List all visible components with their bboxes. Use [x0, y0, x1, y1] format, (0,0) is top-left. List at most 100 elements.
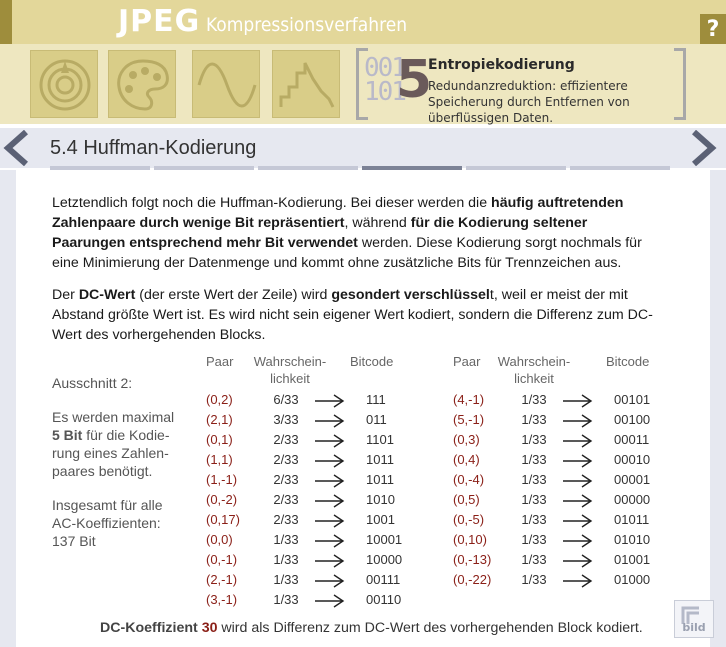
- text-span: Letztendlich folgt noch die Huffman-Kodi…: [52, 195, 492, 211]
- probability-cell: 1/33: [521, 412, 547, 427]
- section-title: 5.4 Huffman-Kodierung: [50, 137, 257, 159]
- pair-cell: (0,-1): [206, 552, 238, 567]
- arrow-icon: [563, 554, 593, 568]
- probability-cell: 2/33: [273, 492, 299, 507]
- column-header-pair: Paar: [453, 354, 481, 369]
- probability-cell: 1/33: [521, 452, 547, 467]
- step-4-button[interactable]: [272, 50, 340, 118]
- probability-cell: 6/33: [273, 392, 299, 407]
- progress-segment-3[interactable]: [258, 166, 358, 170]
- text-span: Der: [52, 287, 79, 303]
- bitcode-cell: 00111: [366, 572, 401, 587]
- pair-cell: (5,-1): [453, 412, 485, 427]
- bitcode-cell: 01001: [614, 552, 651, 567]
- column-header-probability: Wahrschein- lichkeit: [250, 353, 330, 387]
- table-row: (0,3) 1/33 00011: [453, 432, 674, 452]
- note-line: für die Kodie-: [82, 427, 170, 443]
- progress-segment-6[interactable]: [570, 166, 670, 170]
- bitcode-cell: 00110: [366, 592, 402, 607]
- step-title: Entropiekodierung: [428, 57, 575, 73]
- dc-paragraph: Der DC-Wert (der erste Wert der Zeile) w…: [52, 285, 662, 345]
- total-bits-note: Insgesamt für alle AC-Koeffizienten: 137…: [52, 496, 163, 550]
- note-line: rung eines Zahlen-: [52, 445, 169, 461]
- table-row: (0,5) 1/33 00000: [453, 492, 674, 512]
- table-row: (1,-1) 2/33 1011: [206, 472, 426, 492]
- bitcode-cell: 1011: [366, 452, 394, 467]
- bitcode-cell: 1001: [366, 512, 395, 527]
- arrow-icon: [315, 414, 345, 428]
- intro-paragraph: Letztendlich folgt noch die Huffman-Kodi…: [52, 193, 662, 273]
- table-row: (1,1) 2/33 1011: [206, 452, 426, 472]
- progress-segment-1[interactable]: [50, 166, 150, 170]
- footer-note: DC-Koeffizient 30 wird als Differenz zum…: [100, 620, 643, 636]
- table-row: (0,0) 1/33 10001: [206, 532, 426, 552]
- bitcode-cell: 00011: [614, 432, 650, 447]
- arrow-icon: [315, 574, 345, 588]
- arrow-icon: [315, 394, 345, 408]
- probability-cell: 3/33: [273, 412, 299, 427]
- table-row: (0,-2) 2/33 1010: [206, 492, 426, 512]
- zigzag-icon: [279, 62, 335, 108]
- arrow-icon: [315, 494, 345, 508]
- bitcode-cell: 00101: [614, 392, 651, 407]
- progress-segment-2[interactable]: [154, 166, 254, 170]
- header-line: Wahrschein-: [497, 354, 571, 369]
- step-description: Redundanzreduktion: effizientere Speiche…: [428, 79, 630, 125]
- content-border-left: [0, 170, 16, 647]
- pair-cell: (0,-2): [206, 492, 238, 507]
- arrow-icon: [563, 394, 593, 408]
- help-button[interactable]: ?: [700, 14, 726, 46]
- chevron-left-icon: [3, 129, 28, 167]
- probability-cell: 1/33: [521, 392, 547, 407]
- arrow-icon: [315, 474, 345, 488]
- arrow-icon: [315, 514, 345, 528]
- bitcode-cell: 01010: [614, 532, 651, 547]
- note-line: paares benötigt.: [52, 463, 153, 479]
- text-span: (der erste Wert der Zeile) wird: [135, 287, 332, 303]
- arrow-icon: [563, 454, 593, 468]
- column-header-bitcode: Bitcode: [350, 354, 394, 369]
- spiral-icon: [39, 59, 91, 111]
- bild-label: bild: [682, 621, 706, 634]
- table-row: (4,-1) 1/33 00101: [453, 392, 674, 412]
- note-line: AC-Koeffizienten:: [52, 515, 161, 531]
- arrow-icon: [315, 554, 345, 568]
- table-row: (2,-1) 1/33 00111: [206, 572, 426, 592]
- column-header-bitcode: Bitcode: [606, 354, 650, 369]
- bitcode-cell: 1011: [366, 472, 394, 487]
- step-3-button[interactable]: [192, 50, 260, 118]
- header-line: lichkeit: [270, 371, 310, 386]
- bitcode-cell: 10001: [366, 532, 403, 547]
- bold-span: gesondert verschlüssel: [331, 287, 490, 303]
- pair-cell: (0,2): [206, 392, 233, 407]
- table-row: (2,1) 3/33 011: [206, 412, 426, 432]
- arrow-icon: [315, 534, 345, 548]
- previous-button[interactable]: [2, 129, 36, 167]
- chevron-right-icon: [692, 129, 717, 167]
- step-1-button[interactable]: [30, 50, 98, 118]
- probability-cell: 1/33: [521, 552, 547, 567]
- probability-cell: 2/33: [273, 472, 299, 487]
- probability-cell: 2/33: [273, 512, 299, 527]
- bitcode-cell: 00100: [614, 412, 651, 427]
- next-button[interactable]: [686, 129, 720, 167]
- probability-cell: 1/33: [521, 492, 547, 507]
- excerpt-heading: Ausschnitt 2:: [52, 375, 133, 391]
- table-row: (0,17) 2/33 1001: [206, 512, 426, 532]
- bitcode-cell: 01011: [614, 512, 650, 527]
- table-row: (0,-1) 1/33 10000: [206, 552, 426, 572]
- arrow-icon: [563, 414, 593, 428]
- progress-segment-4[interactable]: [362, 166, 462, 170]
- table-row: (0,1) 2/33 1101: [206, 432, 426, 452]
- progress-segment-5[interactable]: [466, 166, 566, 170]
- probability-cell: 1/33: [273, 592, 299, 607]
- app-title: JPEG: [118, 4, 201, 39]
- content-border-right: [710, 170, 726, 647]
- pair-cell: (1,-1): [206, 472, 238, 487]
- step-2-button[interactable]: [108, 50, 176, 118]
- note-line: Es werden maximal: [52, 409, 175, 425]
- bild-button[interactable]: bild: [674, 600, 714, 638]
- bitcode-cell: 01000: [614, 572, 651, 587]
- probability-cell: 1/33: [273, 572, 299, 587]
- palette-icon: [117, 59, 169, 111]
